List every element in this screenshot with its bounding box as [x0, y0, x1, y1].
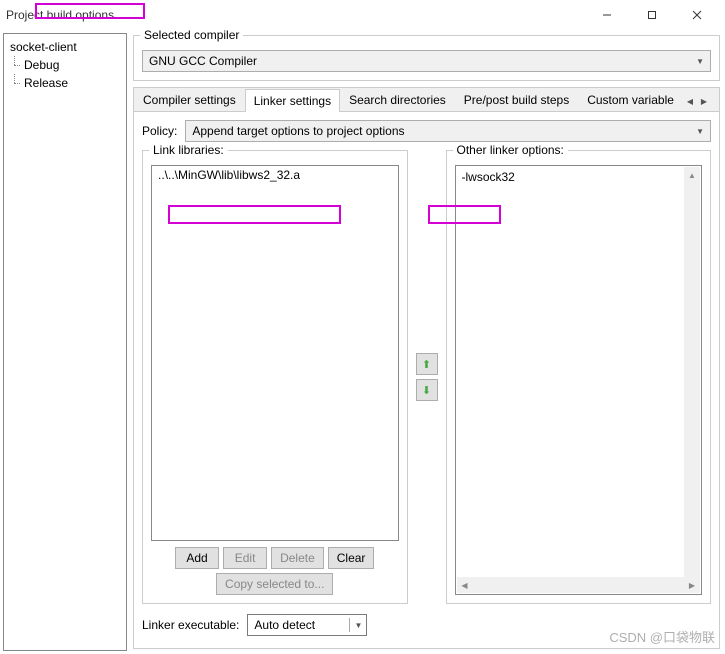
- edit-button[interactable]: Edit: [223, 547, 267, 569]
- arrow-down-icon: ⬇: [422, 384, 431, 397]
- policy-select[interactable]: Append target options to project options…: [185, 120, 711, 142]
- compiler-legend: Selected compiler: [140, 28, 243, 42]
- window-title: Project build options: [6, 8, 584, 22]
- watermark: CSDN @口袋物联: [609, 627, 715, 646]
- tree-root-item[interactable]: socket-client: [6, 38, 124, 56]
- add-button[interactable]: Add: [175, 547, 219, 569]
- close-button[interactable]: [674, 1, 719, 29]
- compiler-select[interactable]: GNU GCC Compiler ▼: [142, 50, 711, 72]
- tab-custom-variables[interactable]: Custom variable: [578, 88, 683, 111]
- tab-scroll-left[interactable]: ◀: [683, 91, 697, 111]
- scroll-left-icon: ◀: [457, 577, 473, 593]
- link-libraries-listbox[interactable]: ..\..\MinGW\lib\libws2_32.a: [151, 165, 399, 541]
- policy-label: Policy:: [142, 124, 177, 138]
- linker-exec-value: Auto detect: [254, 618, 315, 632]
- list-item[interactable]: ..\..\MinGW\lib\libws2_32.a: [152, 166, 398, 184]
- scroll-up-icon: ▲: [684, 167, 700, 183]
- linker-exec-label: Linker executable:: [142, 618, 239, 632]
- link-libraries-legend: Link libraries:: [149, 143, 228, 157]
- copy-selected-button[interactable]: Copy selected to...: [216, 573, 333, 595]
- target-tree[interactable]: socket-client Debug Release: [3, 33, 127, 651]
- other-options-legend: Other linker options:: [453, 143, 568, 157]
- tab-prepost-steps[interactable]: Pre/post build steps: [455, 88, 578, 111]
- move-down-button[interactable]: ⬇: [416, 379, 438, 401]
- tab-scroll-right[interactable]: ▶: [697, 91, 711, 111]
- scroll-right-icon: ▶: [684, 577, 700, 593]
- tree-item-debug[interactable]: Debug: [6, 56, 124, 74]
- chevron-down-icon: ▼: [696, 57, 704, 66]
- tab-compiler-settings[interactable]: Compiler settings: [134, 88, 245, 111]
- chevron-down-icon: ▼: [349, 618, 362, 632]
- clear-button[interactable]: Clear: [328, 547, 375, 569]
- tree-item-release[interactable]: Release: [6, 74, 124, 92]
- arrow-up-icon: ⬆: [422, 358, 431, 371]
- vertical-scrollbar[interactable]: ▲: [684, 167, 700, 577]
- other-options-textarea[interactable]: -lwsock32 ▲ ◀ ▶: [455, 165, 703, 595]
- tab-search-directories[interactable]: Search directories: [340, 88, 455, 111]
- tab-linker-settings[interactable]: Linker settings: [245, 89, 340, 112]
- compiler-value: GNU GCC Compiler: [149, 54, 257, 68]
- delete-button[interactable]: Delete: [271, 547, 324, 569]
- minimize-button[interactable]: [584, 1, 629, 29]
- policy-value: Append target options to project options: [192, 124, 404, 138]
- maximize-button[interactable]: [629, 1, 674, 29]
- linker-exec-select[interactable]: Auto detect ▼: [247, 614, 367, 636]
- horizontal-scrollbar[interactable]: ◀ ▶: [457, 577, 701, 593]
- chevron-down-icon: ▼: [696, 127, 704, 136]
- move-up-button[interactable]: ⬆: [416, 353, 438, 375]
- other-options-text: -lwsock32: [462, 170, 515, 184]
